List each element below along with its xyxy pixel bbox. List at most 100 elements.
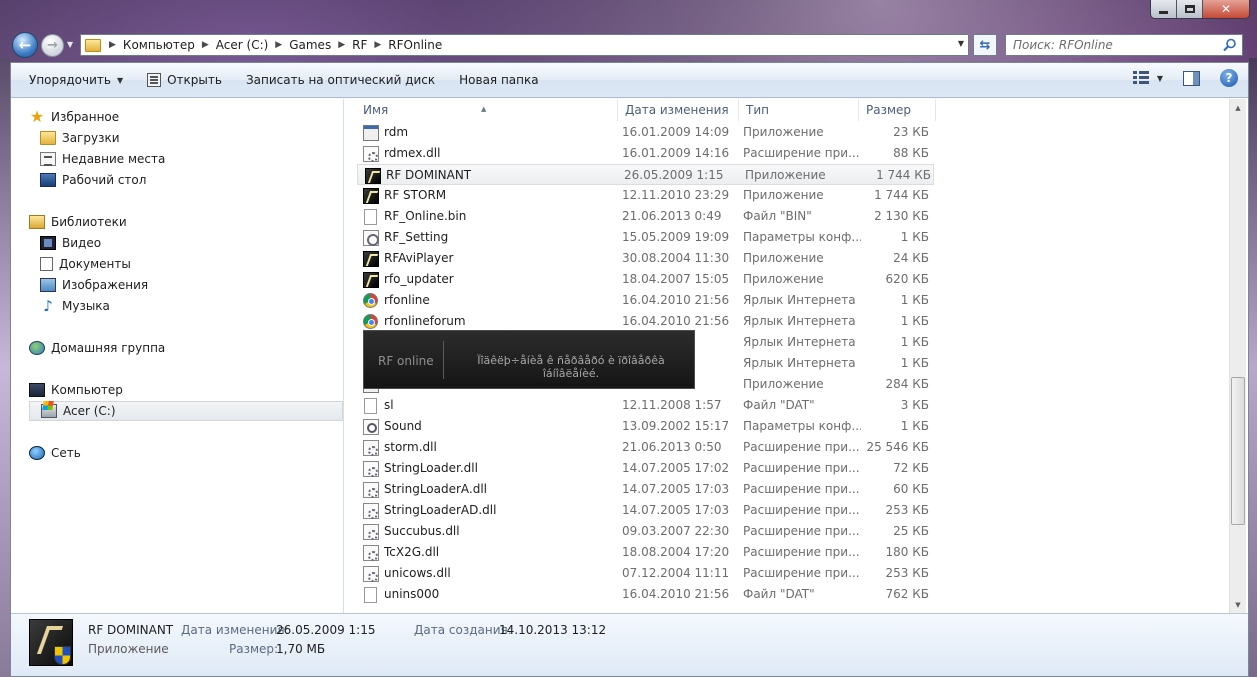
table-row[interactable]: Sound 13.09.2002 15:17 Параметры конф... 1 … <box>356 416 934 437</box>
table-row[interactable]: RF DOMINANT 26.05.2009 1:15 Приложение 1 74… <box>357 164 934 185</box>
table-row[interactable]: RF STORM 12.11.2010 23:29 Приложение 1 744 … <box>356 185 934 206</box>
search-box <box>1005 34 1243 56</box>
file-name: StringLoader.dll <box>384 461 478 475</box>
address-bar[interactable]: ▶ Компьютер ▶ Acer (C:) ▶ Games ▶ RF ▶ R… <box>80 34 969 56</box>
dll-icon <box>363 566 379 582</box>
downloads-folder-icon <box>40 131 56 145</box>
table-row[interactable]: unicows.dll 07.12.2004 11:11 Расширение пр… <box>356 563 934 584</box>
nav-label: Acer (C:) <box>63 404 116 418</box>
nav-label: Сеть <box>51 446 81 460</box>
file-size: 253 КБ <box>885 503 929 517</box>
vertical-scrollbar[interactable]: ▲ ▼ <box>1229 99 1246 613</box>
table-row[interactable]: unins000 16.04.2010 21:56 Файл "DAT" 762 КБ <box>356 584 934 605</box>
launcher-splash: RF online Ïîäêëþ÷åíèå ê ñåðâåðó è ïðîâåð… <box>363 330 695 389</box>
file-type: Расширение при... <box>743 566 860 580</box>
burn-button[interactable]: Записать на оптический диск <box>237 68 444 92</box>
organize-button[interactable]: Упорядочить ▼ <box>20 68 132 92</box>
toolbar-right: ▼ ? <box>1132 69 1238 87</box>
file-size: 180 КБ <box>885 545 929 559</box>
table-row[interactable]: TcX2G.dll 18.08.2004 17:20 Расширение при.… <box>356 542 934 563</box>
nav-network[interactable]: Сеть <box>29 443 81 463</box>
table-row[interactable]: rdmex.dll 16.01.2009 14:16 Расширение при.… <box>356 143 934 164</box>
chevron-right-icon[interactable]: ▶ <box>275 40 282 50</box>
breadcrumb-drive[interactable]: Acer (C:) <box>216 38 269 52</box>
breadcrumb-games[interactable]: Games <box>289 38 331 52</box>
back-button[interactable]: ← <box>12 32 38 58</box>
column-type[interactable]: Тип <box>739 99 859 121</box>
file-date: 16.04.2010 21:56 <box>622 587 730 601</box>
file-date: 14.07.2005 17:02 <box>622 461 730 475</box>
table-row[interactable]: rfo_updater 18.04.2007 15:05 Приложение 620… <box>356 269 934 290</box>
folder-icon <box>85 38 101 52</box>
nav-images[interactable]: Изображения <box>40 275 148 295</box>
scrollbar-thumb[interactable] <box>1231 377 1245 525</box>
nav-label: Компьютер <box>51 383 123 397</box>
file-size: 1 КБ <box>900 314 929 328</box>
file-type: Приложение <box>743 377 824 391</box>
nav-music[interactable]: ♪ Музыка <box>40 296 110 316</box>
chevron-down-icon[interactable]: ▼ <box>1157 74 1163 83</box>
table-row[interactable]: StringLoader.dll 14.07.2005 17:02 Расширен… <box>356 458 934 479</box>
nav-label: Загрузки <box>62 131 120 145</box>
nav-computer[interactable]: Компьютер <box>29 380 123 400</box>
preview-pane-icon[interactable] <box>1183 70 1200 86</box>
maximize-button[interactable] <box>1177 0 1203 18</box>
column-date[interactable]: Дата изменения <box>618 99 739 121</box>
table-row[interactable]: rfonlineforum 16.04.2010 21:56 Ярлык Интер… <box>356 311 934 332</box>
breadcrumb-computer[interactable]: Компьютер <box>123 38 195 52</box>
table-row[interactable]: storm.dll 21.06.2013 0:50 Расширение при..… <box>356 437 934 458</box>
chevron-right-icon[interactable]: ▶ <box>109 40 116 50</box>
table-row[interactable]: RF_Setting 15.05.2009 19:09 Параметры конф… <box>356 227 934 248</box>
file-date: 16.01.2009 14:16 <box>622 146 730 160</box>
file-type: Расширение при... <box>743 524 860 538</box>
breadcrumb-rfonline[interactable]: RFOnline <box>388 38 442 52</box>
file-size: 762 КБ <box>885 587 929 601</box>
close-button[interactable]: ✕ <box>1203 0 1249 18</box>
column-name[interactable]: Имя ▲ <box>356 99 618 121</box>
chevron-right-icon[interactable]: ▶ <box>374 40 381 50</box>
nav-homegroup[interactable]: Домашняя группа <box>29 338 165 358</box>
help-icon[interactable]: ? <box>1220 69 1238 87</box>
table-row[interactable]: RF_Online.bin 21.06.2013 0:49 Файл "BIN" 2 … <box>356 206 934 227</box>
documents-icon <box>40 257 53 271</box>
refresh-button[interactable]: ⇆ <box>973 34 997 56</box>
breadcrumb-rf[interactable]: RF <box>352 38 367 52</box>
table-row[interactable]: StringLoaderA.dll 14.07.2005 17:03 Расшире… <box>356 479 934 500</box>
column-size[interactable]: Размер <box>859 99 936 121</box>
nav-documents[interactable]: Документы <box>40 254 131 274</box>
nav-libraries[interactable]: Библиотеки <box>29 212 127 232</box>
view-list-icon[interactable] <box>1132 71 1149 85</box>
recent-pages-dropdown[interactable]: ▼ <box>67 40 73 49</box>
table-row[interactable]: Succubus.dll 09.03.2007 22:30 Расширение п… <box>356 521 934 542</box>
forward-button[interactable]: → <box>41 34 64 57</box>
nav-drive-c[interactable]: Acer (C:) <box>29 401 343 421</box>
scroll-down-icon[interactable]: ▼ <box>1230 596 1246 613</box>
chevron-down-icon[interactable]: ▼ <box>958 39 964 48</box>
open-button[interactable]: Открыть <box>138 68 231 92</box>
scroll-up-icon[interactable]: ▲ <box>1230 99 1246 116</box>
chevron-right-icon[interactable]: ▶ <box>338 40 345 50</box>
minimize-button[interactable] <box>1151 0 1177 18</box>
nav-video[interactable]: Видео <box>40 233 101 253</box>
recent-places-icon <box>40 152 56 166</box>
file-type: Расширение при... <box>743 482 860 496</box>
file-type: Ярлык Интернета <box>743 335 856 349</box>
table-row[interactable]: rdm 16.01.2009 14:09 Приложение 23 КБ <box>356 122 934 143</box>
table-row[interactable]: rfonline 16.04.2010 21:56 Ярлык Интернета 1… <box>356 290 934 311</box>
chevron-right-icon[interactable]: ▶ <box>202 40 209 50</box>
table-row[interactable]: RFAviPlayer 30.08.2004 11:30 Приложение 24 … <box>356 248 934 269</box>
splash-divider <box>443 341 444 379</box>
table-row[interactable]: sl 12.11.2008 1:57 Файл "DAT" 3 КБ <box>356 395 934 416</box>
new-folder-button[interactable]: Новая папка <box>450 68 547 92</box>
file-type: Ярлык Интернета <box>743 314 856 328</box>
nav-recent[interactable]: Недавние места <box>40 149 165 169</box>
table-row[interactable]: StringLoaderAD.dll 14.07.2005 17:03 Расшир… <box>356 500 934 521</box>
search-input[interactable] <box>1013 38 1213 52</box>
nav-desktop[interactable]: Рабочий стол <box>40 170 146 190</box>
details-modified-value: 26.05.2009 1:15 <box>276 623 376 637</box>
file-type: Приложение <box>743 272 824 286</box>
rf-app-icon <box>363 188 379 204</box>
nav-downloads[interactable]: Загрузки <box>40 128 120 148</box>
search-icon[interactable] <box>1223 38 1237 52</box>
nav-favorites[interactable]: ★ Избранное <box>29 107 119 127</box>
